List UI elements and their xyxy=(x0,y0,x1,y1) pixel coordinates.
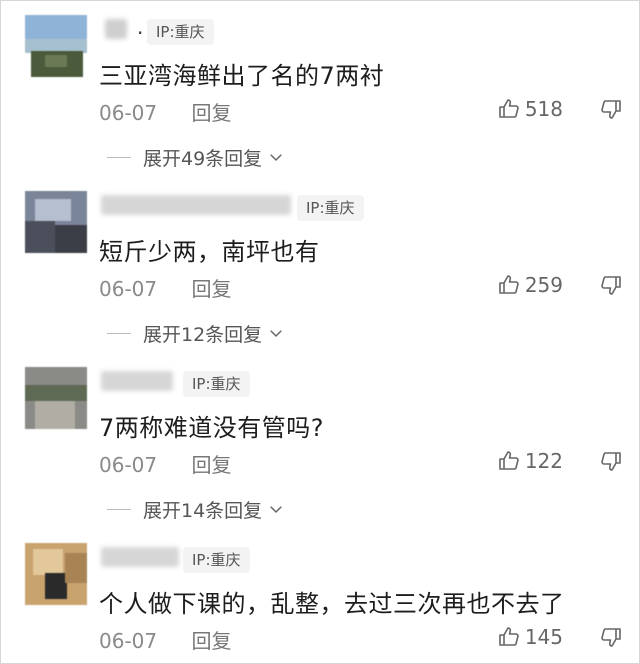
thumbs-up-icon xyxy=(499,627,519,646)
expand-label: 展开12条回复 xyxy=(143,323,263,346)
like-button[interactable]: 518 xyxy=(497,95,563,123)
comment-text: 短斤少两，南坪也有 xyxy=(99,238,320,266)
expand-replies-button[interactable]: 展开12条回复 xyxy=(107,319,285,347)
avatar[interactable] xyxy=(25,543,87,605)
username-blurred[interactable] xyxy=(101,547,179,567)
reply-button[interactable]: 回复 xyxy=(191,629,231,653)
comment-list: . IP:重庆 三亚湾海鲜出了名的7两衬 06-07 回复 518 展开49条回… xyxy=(0,0,640,664)
comment-item: IP:重庆 7两称难道没有管吗? 06-07 回复 122 展开14条回复 xyxy=(1,353,640,529)
comment-date: 06-07 xyxy=(99,629,158,653)
dislike-button[interactable] xyxy=(599,273,623,297)
comment-date: 06-07 xyxy=(99,277,158,301)
username-blurred[interactable] xyxy=(101,371,173,391)
comment-text: 三亚湾海鲜出了名的7两衬 xyxy=(99,62,385,90)
avatar[interactable] xyxy=(25,15,87,77)
like-count: 145 xyxy=(524,625,563,649)
like-count: 518 xyxy=(524,97,563,121)
comment-meta: 06-07 回复 xyxy=(99,273,231,302)
thumbs-down-icon xyxy=(601,452,621,471)
expand-label: 展开14条回复 xyxy=(143,499,263,522)
dislike-button[interactable] xyxy=(599,449,623,473)
comment-text: 个人做下课的，乱整，去过三次再也不去了 xyxy=(99,590,565,618)
comment-date: 06-07 xyxy=(99,101,158,125)
comment-item: . IP:重庆 三亚湾海鲜出了名的7两衬 06-07 回复 518 展开49条回… xyxy=(1,1,640,177)
comment-item: IP:重庆 短斤少两，南坪也有 06-07 回复 259 展开12条回复 xyxy=(1,177,640,353)
expand-label: 展开49条回复 xyxy=(143,147,263,170)
thumbs-down-icon xyxy=(601,628,621,647)
thumbs-up-icon xyxy=(499,275,519,294)
avatar[interactable] xyxy=(25,191,87,253)
comment-date: 06-07 xyxy=(99,453,158,477)
like-button[interactable]: 259 xyxy=(497,271,563,299)
username-blurred[interactable] xyxy=(101,195,291,215)
username-suffix: . xyxy=(137,15,144,39)
reply-button[interactable]: 回复 xyxy=(191,101,231,125)
like-button[interactable]: 145 xyxy=(497,623,563,651)
ip-badge: IP:重庆 xyxy=(183,371,250,397)
divider-dash xyxy=(107,156,131,158)
chevron-down-icon xyxy=(270,154,282,162)
dislike-button[interactable] xyxy=(599,97,623,121)
avatar[interactable] xyxy=(25,367,87,429)
reply-button[interactable]: 回复 xyxy=(191,277,231,301)
thumbs-down-icon xyxy=(601,100,621,119)
reply-button[interactable]: 回复 xyxy=(191,453,231,477)
comment-meta: 06-07 回复 xyxy=(99,97,231,126)
ip-badge: IP:重庆 xyxy=(183,547,250,573)
ip-badge: IP:重庆 xyxy=(147,19,214,45)
thumbs-up-icon xyxy=(499,99,519,118)
comment-meta: 06-07 回复 xyxy=(99,625,231,654)
username-blurred[interactable] xyxy=(105,19,127,39)
chevron-down-icon xyxy=(270,330,282,338)
expand-replies-button[interactable]: 展开14条回复 xyxy=(107,495,285,523)
expand-replies-button[interactable]: 展开49条回复 xyxy=(107,143,285,171)
like-count: 122 xyxy=(524,449,563,473)
ip-badge: IP:重庆 xyxy=(297,195,364,221)
comment-meta: 06-07 回复 xyxy=(99,449,231,478)
dislike-button[interactable] xyxy=(599,625,623,649)
divider-dash xyxy=(107,508,131,510)
comment-text: 7两称难道没有管吗? xyxy=(99,414,325,442)
chevron-down-icon xyxy=(270,506,282,514)
comment-item: IP:重庆 个人做下课的，乱整，去过三次再也不去了 06-07 回复 145 xyxy=(1,529,640,663)
divider-dash xyxy=(107,332,131,334)
thumbs-down-icon xyxy=(601,276,621,295)
like-count: 259 xyxy=(524,273,563,297)
like-button[interactable]: 122 xyxy=(497,447,563,475)
thumbs-up-icon xyxy=(499,451,519,470)
